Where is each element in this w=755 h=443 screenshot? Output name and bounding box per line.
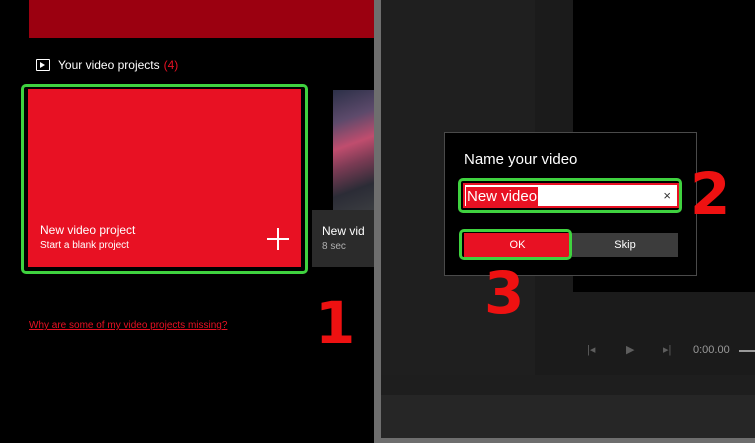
dialog-title: Name your video xyxy=(464,151,578,168)
playback-slider[interactable] xyxy=(739,350,755,352)
step-marker-3: 3 xyxy=(484,259,525,327)
storyboard-divider xyxy=(381,375,755,395)
missing-projects-link[interactable]: Why are some of my video projects missin… xyxy=(29,320,227,331)
projects-header-label: Your video projects xyxy=(58,58,160,72)
projects-panel: Your video projects (4) New video projec… xyxy=(0,0,374,443)
step-marker-1: 1 xyxy=(315,289,356,357)
highlight-name-input xyxy=(458,178,682,213)
highlight-ok-button xyxy=(459,229,572,260)
top-banner xyxy=(29,0,374,38)
highlight-new-project xyxy=(21,84,308,274)
project-card-title: New vid xyxy=(322,224,365,238)
next-frame-icon[interactable]: ▸| xyxy=(663,343,671,356)
video-project-icon xyxy=(36,59,50,71)
storyboard-area xyxy=(381,395,755,438)
skip-button[interactable]: Skip xyxy=(572,233,678,257)
previous-frame-icon[interactable]: |◂ xyxy=(587,343,595,356)
projects-header: Your video projects (4) xyxy=(36,58,178,72)
step-marker-2: 2 xyxy=(690,160,731,228)
projects-count: (4) xyxy=(163,58,179,72)
play-icon[interactable]: ▶ xyxy=(626,343,634,356)
playback-time: 0:00.00 xyxy=(693,344,730,356)
project-thumbnail[interactable] xyxy=(333,90,374,210)
project-card-caption[interactable]: New vid 8 sec xyxy=(312,210,374,267)
project-card-duration: 8 sec xyxy=(322,241,346,252)
